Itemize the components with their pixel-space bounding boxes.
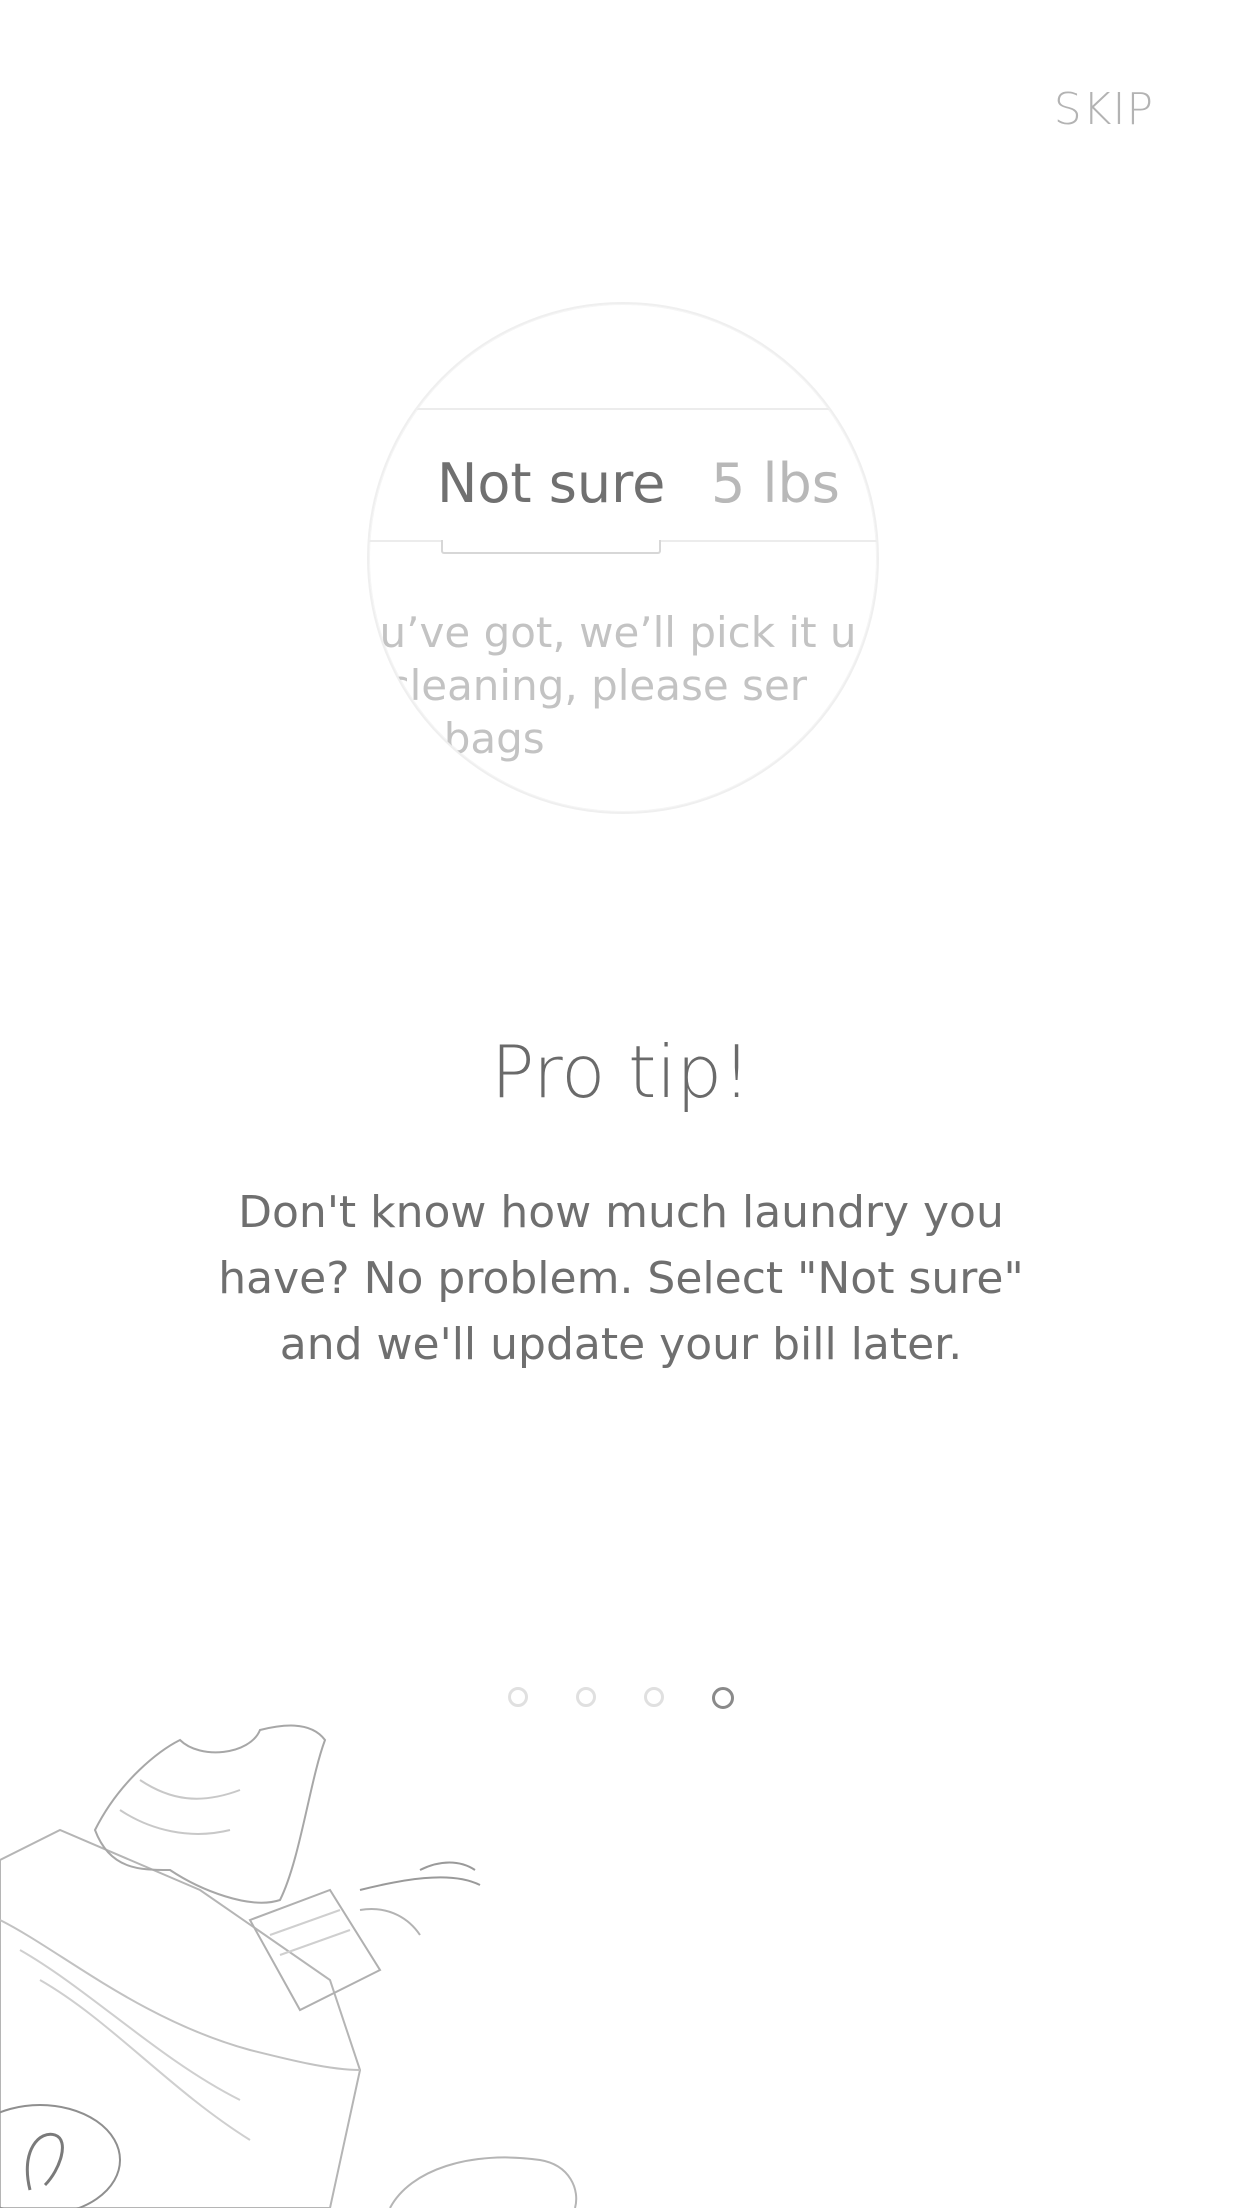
tip-body: Don't know how much laundry you have? No… bbox=[218, 1187, 1024, 1370]
weight-picker-magnifier: Not sure 5 lbs you’ve got, we’ll pick it… bbox=[367, 302, 879, 814]
selection-indicator bbox=[441, 540, 661, 554]
page-dot-2[interactable] bbox=[576, 1687, 596, 1707]
description-line: you’ve got, we’ll pick it u bbox=[367, 608, 857, 657]
picker-divider-top bbox=[369, 408, 877, 410]
picker-option-not-sure[interactable]: Not sure bbox=[437, 452, 665, 515]
skip-button[interactable]: SKIP bbox=[1054, 84, 1154, 135]
picker-description: you’ve got, we’ll pick it u ry cleaning,… bbox=[367, 606, 877, 765]
laundry-bag-icon bbox=[0, 1724, 578, 2208]
description-line: ndry bags bbox=[369, 714, 545, 763]
picker-option-5-lbs[interactable]: 5 lbs bbox=[711, 452, 840, 515]
page-dot-3[interactable] bbox=[644, 1687, 664, 1707]
tip-title: Pro tip! bbox=[491, 1030, 751, 1114]
description-line: ry cleaning, please ser bbox=[367, 661, 808, 710]
page-indicator bbox=[0, 1687, 1242, 1709]
page-dot-4-active[interactable] bbox=[712, 1687, 734, 1709]
page-dot-1[interactable] bbox=[508, 1687, 528, 1707]
